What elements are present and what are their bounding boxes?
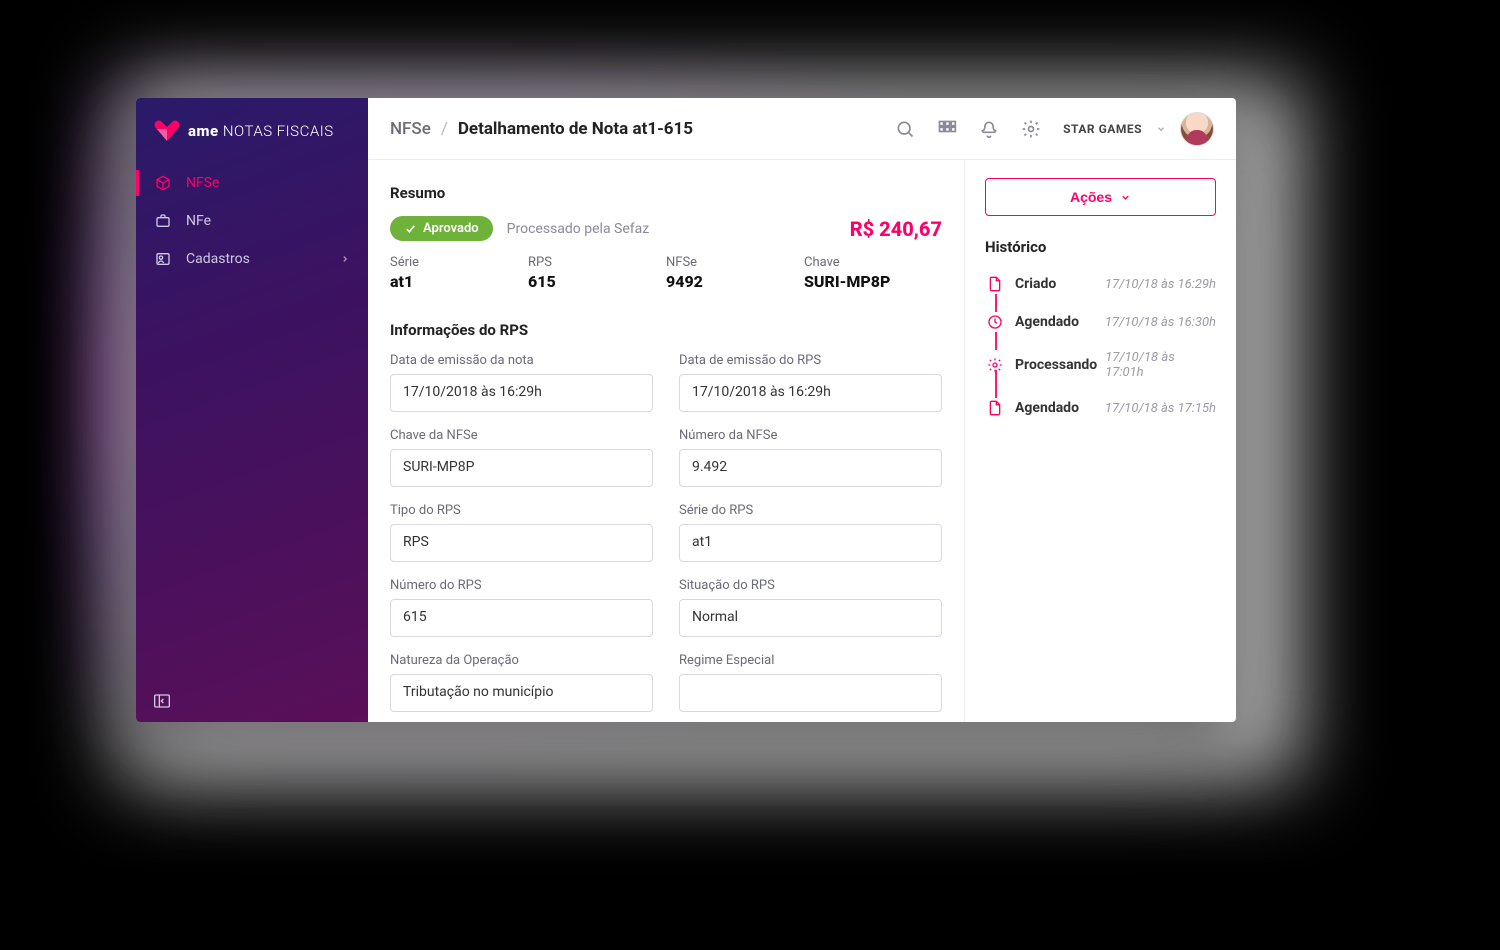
field-serie-rps: Série do RPS at1 [679, 503, 942, 562]
summary-nfse: NFSe 9492 [666, 255, 796, 291]
summary-serie: Série at1 [390, 255, 520, 291]
page-title: Detalhamento de Nota at1-615 [458, 119, 693, 139]
history-item-label: Agendado [1015, 314, 1097, 330]
history-item: Criado 17/10/18 às 16:29h [985, 272, 1216, 296]
sidebar-item-nfse[interactable]: NFSe [136, 164, 368, 202]
status-badge: Aprovado [390, 216, 493, 241]
breadcrumb: NFSe / Detalhamento de Nota at1-615 [390, 119, 693, 139]
history-item-timestamp: 17/10/18 às 17:15h [1105, 401, 1216, 416]
input-tipo-rps[interactable]: RPS [390, 524, 653, 562]
field-numero-rps: Número do RPS 615 [390, 578, 653, 637]
gear-icon [985, 355, 1005, 375]
clock-icon [985, 312, 1005, 332]
field-numero-nfse: Número da NFSe 9.492 [679, 428, 942, 487]
account-name: STAR GAMES [1063, 122, 1142, 136]
id-card-icon [154, 250, 172, 268]
history-item-timestamp: 17/10/18 às 16:30h [1105, 315, 1216, 330]
input-regime-especial[interactable] [679, 674, 942, 712]
history-item-timestamp: 17/10/18 às 16:29h [1105, 277, 1216, 292]
right-panel: Ações Histórico Criado 17/10/18 às 16 [964, 160, 1236, 722]
status-badge-label: Aprovado [423, 221, 479, 236]
input-numero-nfse[interactable]: 9.492 [679, 449, 942, 487]
chevron-right-icon [340, 254, 350, 264]
account-switcher[interactable]: STAR GAMES [1063, 112, 1214, 146]
field-chave-nfse: Chave da NFSe SURI-MP8P [390, 428, 653, 487]
chevron-down-icon [1120, 192, 1131, 203]
breadcrumb-separator: / [441, 119, 448, 139]
topbar: NFSe / Detalhamento de Nota at1-615 [368, 98, 1236, 160]
history-item-label: Processando [1015, 357, 1097, 373]
field-natureza: Natureza da Operação Tributação no munic… [390, 653, 653, 712]
summary-rps: RPS 615 [528, 255, 658, 291]
content-scroll: Resumo Aprovado Processado pela Sefaz R$… [368, 160, 964, 722]
summary-status-row: Aprovado Processado pela Sefaz R$ 240,67 [390, 216, 942, 241]
field-regime-especial: Regime Especial [679, 653, 942, 712]
history-item: Agendado 17/10/18 às 16:30h [985, 310, 1216, 334]
apps-grid-icon[interactable] [937, 119, 957, 139]
collapse-sidebar-button[interactable] [154, 694, 170, 708]
summary-ids-row: Série at1 RPS 615 NFSe 9492 Chave [390, 255, 942, 291]
field-data-emissao-rps: Data de emissão do RPS 17/10/2018 às 16:… [679, 353, 942, 412]
rps-info-title: Informações do RPS [390, 321, 942, 339]
input-serie-rps[interactable]: at1 [679, 524, 942, 562]
sidebar: ame NOTAS FISCAIS NFSe [136, 98, 368, 722]
check-icon [404, 222, 417, 235]
history-item-label: Agendado [1015, 400, 1097, 416]
amount-value: R$ 240,67 [850, 217, 942, 241]
summary-title: Resumo [390, 184, 942, 202]
input-numero-rps[interactable]: 615 [390, 599, 653, 637]
app-window: ame NOTAS FISCAIS NFSe [136, 98, 1236, 722]
history-item: Processando 17/10/18 às 17:01h [985, 348, 1216, 382]
summary-chave: Chave SURI-MP8P [804, 255, 942, 291]
input-natureza[interactable]: Tributação no município [390, 674, 653, 712]
avatar [1180, 112, 1214, 146]
file-icon [985, 398, 1005, 418]
briefcase-icon [154, 212, 172, 230]
field-tipo-rps: Tipo do RPS RPS [390, 503, 653, 562]
chevron-down-icon [1156, 124, 1166, 134]
gear-icon[interactable] [1021, 119, 1041, 139]
history-item-label: Criado [1015, 276, 1097, 292]
history-list: Criado 17/10/18 às 16:29h Agendado 17/10… [985, 272, 1216, 420]
search-icon[interactable] [895, 119, 915, 139]
field-situacao-rps: Situação do RPS Normal [679, 578, 942, 637]
sidebar-item-label: NFe [186, 213, 211, 229]
rps-info-form: Data de emissão da nota 17/10/2018 às 16… [390, 353, 942, 712]
actions-button[interactable]: Ações [985, 178, 1216, 216]
input-chave-nfse[interactable]: SURI-MP8P [390, 449, 653, 487]
actions-button-label: Ações [1070, 189, 1112, 205]
field-data-emissao-nota: Data de emissão da nota 17/10/2018 às 16… [390, 353, 653, 412]
file-icon [985, 274, 1005, 294]
history-item-timestamp: 17/10/18 às 17:01h [1105, 350, 1216, 380]
heart-icon [154, 120, 180, 142]
input-data-emissao-rps[interactable]: 17/10/2018 às 16:29h [679, 374, 942, 412]
history-item: Agendado 17/10/18 às 17:15h [985, 396, 1216, 420]
cube-icon [154, 174, 172, 192]
sidebar-item-cadastros[interactable]: Cadastros [136, 240, 368, 278]
main-area: NFSe / Detalhamento de Nota at1-615 [368, 98, 1236, 722]
sidebar-nav: NFSe NFe Cadastros [136, 160, 368, 278]
history-title: Histórico [985, 238, 1216, 256]
status-note: Processado pela Sefaz [507, 221, 650, 237]
sidebar-item-label: Cadastros [186, 251, 250, 267]
bell-icon[interactable] [979, 119, 999, 139]
app-logo: ame NOTAS FISCAIS [136, 98, 368, 160]
breadcrumb-root[interactable]: NFSe [390, 119, 431, 139]
input-situacao-rps[interactable]: Normal [679, 599, 942, 637]
sidebar-item-label: NFSe [186, 175, 219, 191]
app-title: ame NOTAS FISCAIS [188, 122, 334, 140]
sidebar-item-nfe[interactable]: NFe [136, 202, 368, 240]
input-data-emissao-nota[interactable]: 17/10/2018 às 16:29h [390, 374, 653, 412]
